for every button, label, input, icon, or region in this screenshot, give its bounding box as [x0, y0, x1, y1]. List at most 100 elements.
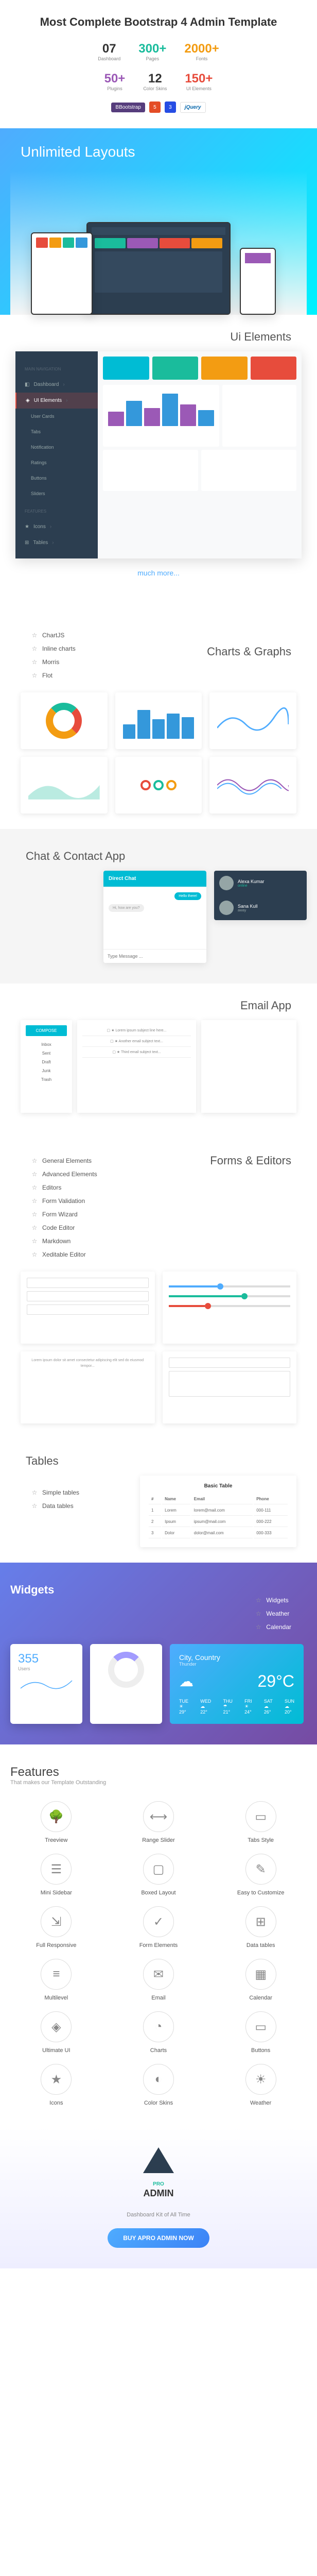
stat-label: Fonts	[184, 56, 219, 61]
text-input[interactable]	[27, 1291, 149, 1301]
star-icon	[31, 1251, 38, 1258]
sidebar-item-dashboard[interactable]: ◧Dashboard	[15, 377, 98, 393]
feature-box: ▢Boxed Layout	[113, 1854, 205, 1896]
contact-item[interactable]: Alexa Kumaronline	[214, 871, 307, 895]
sidebar-sub[interactable]: Buttons	[15, 470, 98, 486]
features-sub: That makes our Template Outstanding	[10, 1780, 307, 1786]
stat-num: 50+	[104, 72, 126, 86]
data-table: #NameEmailPhone 1Loremlorem@mail.com000-…	[148, 1493, 289, 1539]
feature-box: ▭Buttons	[215, 2011, 307, 2054]
tables-section: Tables Simple tables Data tables Basic T…	[0, 1439, 317, 1563]
feature-item: Morris	[31, 655, 151, 669]
feature-label: Range Slider	[113, 1837, 205, 1843]
sidebar-sub[interactable]: Sliders	[15, 486, 98, 501]
star-icon	[31, 1502, 38, 1510]
chat-header: Direct Chat	[103, 871, 206, 887]
feature-label: Form Elements	[113, 1942, 205, 1948]
bar-chart	[115, 692, 202, 749]
forms-title: Forms & Editors	[171, 1144, 307, 1167]
slider-card	[163, 1272, 297, 1344]
phone-mockup	[240, 248, 276, 315]
feature-box: 🌳Treeview	[10, 1801, 102, 1843]
feature-label: Treeview	[10, 1837, 102, 1843]
chat-preview: Direct Chat Hello there! Hi, how are you…	[10, 871, 307, 963]
feature-label: Color Skins	[113, 2100, 205, 2106]
contact-item[interactable]: Sana Kullaway	[214, 895, 307, 920]
table-row[interactable]: 2Ipsumipsum@mail.com000-222	[149, 1517, 288, 1527]
text-input[interactable]	[169, 1358, 291, 1368]
email-folder[interactable]: Inbox	[26, 1040, 67, 1049]
stat-card	[103, 357, 149, 380]
sidebar-item-tables[interactable]: ⊞Tables	[15, 535, 98, 551]
range-slider[interactable]	[169, 1305, 291, 1307]
sidebar-sub[interactable]: Ratings	[15, 455, 98, 470]
stat-card	[201, 357, 248, 380]
stats-row-2: 50+Plugins 12Color Skins 150+UI Elements	[10, 72, 307, 91]
star-icon	[255, 1623, 262, 1631]
widgets-section: Widgets Widgets Weather Calendar 355 Use…	[0, 1563, 317, 1744]
multi-donut	[115, 757, 202, 814]
textarea[interactable]	[169, 1371, 291, 1397]
text-input[interactable]	[27, 1278, 149, 1288]
feature-icon: ✉	[143, 1959, 174, 1990]
sidebar-sub[interactable]: Tabs	[15, 424, 98, 439]
chat-input[interactable]	[103, 949, 206, 963]
chat-title: Chat & Contact App	[10, 850, 307, 863]
feature-icon: ◐	[143, 2064, 174, 2095]
much-more-link[interactable]: much more...	[10, 558, 307, 587]
layouts-section: Unlimited Layouts	[0, 128, 317, 315]
email-folder[interactable]: Sent	[26, 1049, 67, 1058]
sidebar-preview: MAIN NAVIGATION ◧Dashboard ◈UI Elements …	[15, 351, 98, 558]
ui-title: Ui Elements	[10, 330, 307, 344]
email-folder[interactable]: Junk	[26, 1066, 67, 1075]
star-icon	[31, 658, 38, 666]
range-slider[interactable]	[169, 1295, 291, 1297]
email-section: Email App COMPOSE Inbox Sent Draft Junk …	[0, 984, 317, 1128]
tables-title: Tables	[10, 1454, 307, 1468]
sidebar-sub[interactable]: Notification	[15, 439, 98, 455]
star-icon	[31, 672, 38, 679]
feature-label: Data tables	[215, 1942, 307, 1948]
bootstrap-badge: B Bootstrap	[111, 103, 145, 112]
sidebar-sub[interactable]: User Cards	[15, 409, 98, 424]
forms-section: General Elements Advanced Elements Edito…	[0, 1128, 317, 1439]
feature-icon: ⊞	[245, 1906, 276, 1937]
star-icon	[31, 1171, 38, 1178]
layouts-title: Unlimited Layouts	[10, 144, 307, 160]
table-row[interactable]: 3Dolordolor@mail.com000-333	[149, 1528, 288, 1538]
text-input[interactable]	[27, 1304, 149, 1315]
feature-item: Calendar	[255, 1620, 291, 1634]
hero-title: Most Complete Bootstrap 4 Admin Template	[10, 15, 307, 29]
metric-value: 355	[18, 1652, 75, 1666]
line-chart	[209, 692, 296, 749]
feature-box: ⊞ Data tables	[215, 1906, 307, 1948]
sidebar-item-icons[interactable]: ★Icons	[15, 519, 98, 535]
table-row[interactable]: 1Loremlorem@mail.com000-111	[149, 1505, 288, 1516]
sidebar-item-ui[interactable]: ◈UI Elements	[15, 393, 98, 409]
feature-icon: ☰	[41, 1854, 72, 1885]
feature-icon: ▢	[143, 1854, 174, 1885]
feature-item: Code Editor	[31, 1221, 151, 1234]
range-slider[interactable]	[169, 1285, 291, 1287]
feature-label: Easy to Customize	[215, 1890, 307, 1896]
feature-icon: ★	[41, 2064, 72, 2095]
feature-box: ☰Mini Sidebar	[10, 1854, 102, 1896]
form-card	[163, 1351, 297, 1423]
feature-item: Form Wizard	[31, 1208, 151, 1221]
cta-section: PROADMIN Dashboard Kit of All Time BUY A…	[0, 2127, 317, 2268]
widgets-title: Widgets	[10, 1583, 54, 1597]
feature-icon: ⇲	[41, 1906, 72, 1937]
css3-icon: 3	[165, 101, 176, 113]
email-folder[interactable]: Draft	[26, 1058, 67, 1066]
hero-section: Most Complete Bootstrap 4 Admin Template…	[0, 0, 317, 128]
contacts-card: Alexa Kumaronline Sana Kullaway	[214, 871, 307, 920]
feature-item: Widgets	[255, 1594, 291, 1607]
cta-tagline: Dashboard Kit of All Time	[10, 2212, 307, 2218]
feature-label: Calendar	[215, 1995, 307, 2001]
buy-button[interactable]: BUY APRO ADMIN NOW	[108, 2228, 209, 2248]
forms-preview: Lorem ipsum dolor sit amet consectetur a…	[10, 1272, 307, 1423]
content-preview	[98, 351, 302, 558]
compose-button[interactable]: COMPOSE	[26, 1025, 67, 1036]
email-folder[interactable]: Trash	[26, 1075, 67, 1084]
feature-box: ⇲Full Responsive	[10, 1906, 102, 1948]
